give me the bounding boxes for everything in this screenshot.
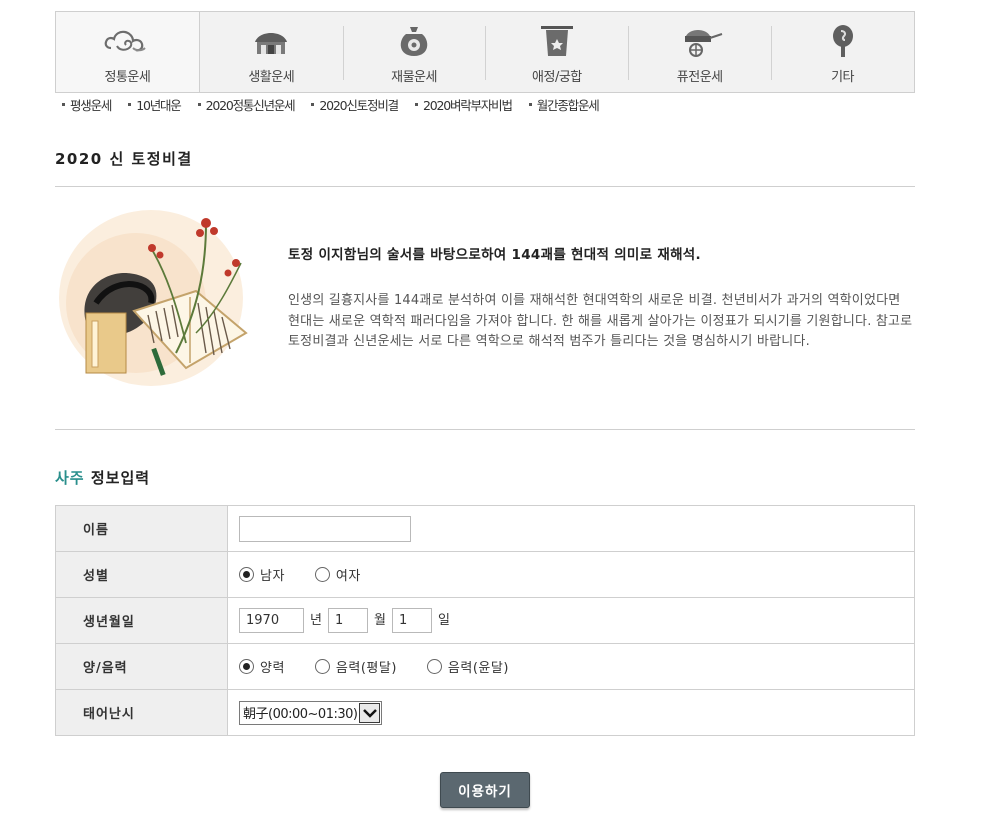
radio-label: 여자 [335,569,361,584]
birth-day-input[interactable]: 1 [391,608,432,633]
radio-label: 남자 [260,569,285,584]
bullet-icon [311,103,315,106]
tab-label: 퓨전운세 [676,70,723,85]
radio-selected-dot [243,571,250,578]
submenu-item-lifetime[interactable]: 평생운세 [62,95,112,114]
tab-label: 재물운세 [391,70,437,85]
saju-info-form: 이름 성별 남자 여자 생년월일 1970 년 1 월 1 일 양/음력 양력 … [55,505,915,736]
tab-wealth-fortune[interactable]: 재물운세 [342,12,486,92]
chevron-down-icon[interactable] [359,702,381,723]
radio-selected-dot [243,663,250,670]
radio-label: 양력 [260,661,285,676]
form-title-text: 정보입력 [90,469,151,487]
top-tab-menu: 정통운세 생활운세 재물운세 애정/궁합 퓨전운세 기타 [55,11,915,93]
submenu-item-10year[interactable]: 10년대운 [128,95,182,114]
radio-circle [314,659,330,674]
book-orchid-illustration [59,210,248,386]
form-row-calendar: 양/음력 양력 음력(평달) 음력(윤달) [55,643,915,690]
tab-etc[interactable]: 기타 [771,12,914,92]
birth-month-input[interactable]: 1 [327,608,368,633]
submenu-label: 2020벼락부자비법 [422,98,513,113]
submenu-item-newyear[interactable]: 2020정통신년운세 [197,95,296,114]
bullet-icon [528,103,532,106]
cart-icon [684,30,723,57]
submenu-item-tojeong[interactable]: 2020신토정비결 [311,95,399,114]
tab-label: 기타 [831,70,855,85]
submenu-item-monthly[interactable]: 월간종합운세 [528,95,600,114]
tab-traditional-fortune[interactable]: 정통운세 [56,12,200,92]
page-title: 2020 신 토정비결 [55,150,193,168]
radio-circle [314,567,330,582]
birthtime-select[interactable]: 朝子(00:00~01:30) [239,700,383,725]
birthtime-label: 태어난시 [55,689,228,736]
submenu-label: 2020정통신년운세 [205,98,296,113]
calendar-label: 양/음력 [55,643,228,690]
money-bag-icon [400,27,428,56]
bullet-icon [197,103,201,106]
tab-life-fortune[interactable]: 생활운세 [200,12,343,92]
divider [55,429,915,430]
radio-label: 음력(윤달) [447,661,509,676]
calendar-lunar-leap-radio[interactable]: 음력(윤달) [426,657,509,676]
gender-label: 성별 [55,551,228,598]
bean-icon [832,25,853,57]
divider [55,186,915,187]
tab-fusion-fortune[interactable]: 퓨전운세 [628,12,771,92]
sub-menu: 평생운세 10년대운 2020정통신년운세 2020신토정비결 2020벼락부자… [62,95,616,114]
form-title-accent: 사주 [55,469,85,487]
day-unit: 일 [437,613,450,628]
form-row-birthtime: 태어난시 朝子(00:00~01:30) [55,689,915,736]
tab-label: 애정/궁합 [532,70,582,85]
submenu-item-wealth-secret[interactable]: 2020벼락부자비법 [414,95,513,114]
radio-circle [426,659,442,674]
birth-year-input[interactable]: 1970 [239,608,304,633]
month-unit: 월 [373,613,386,628]
tab-label: 정통운세 [104,70,151,85]
intro-description: 인생의 길흉지사를 144괘로 분석하여 이를 재해석한 현대역학의 새로운 비… [288,293,913,349]
intro-heading: 토정 이지함님의 술서를 바탕으로하여 144괘를 현대적 의미로 재해석. [288,247,701,263]
tab-label: 생활운세 [248,70,295,85]
year-unit: 년 [310,613,322,628]
calendar-solar-radio[interactable]: 양력 [239,657,285,676]
calendar-lunar-normal-radio[interactable]: 음력(평달) [314,657,397,676]
submenu-label: 월간종합운세 [536,98,600,113]
house-icon [255,33,288,54]
tab-love-compatibility[interactable]: 애정/궁합 [485,12,628,92]
form-title: 사주 정보입력 [55,467,150,488]
bullet-icon [128,103,132,106]
gender-female-radio[interactable]: 여자 [314,565,361,584]
radio-label: 음력(평달) [335,661,397,676]
birthdate-label: 생년월일 [55,597,228,644]
bullet-icon [62,103,65,106]
submenu-label: 10년대운 [136,98,182,113]
form-row-gender: 성별 남자 여자 [55,551,915,598]
name-input[interactable] [239,515,411,542]
form-row-birthdate: 생년월일 1970 년 1 월 1 일 [55,597,915,644]
cloud-icon [105,30,147,52]
gender-male-radio[interactable]: 남자 [239,565,285,584]
submit-button[interactable]: 이용하기 [440,772,530,808]
radio-circle [239,659,254,674]
radio-circle [239,567,254,582]
name-label: 이름 [55,505,228,552]
submenu-label: 평생운세 [70,98,112,113]
submenu-label: 2020신토정비결 [319,98,399,113]
bullet-icon [414,103,418,106]
select-value: 朝子(00:00~01:30) [243,707,358,722]
lantern-icon [540,26,573,56]
form-row-name: 이름 [55,505,915,552]
